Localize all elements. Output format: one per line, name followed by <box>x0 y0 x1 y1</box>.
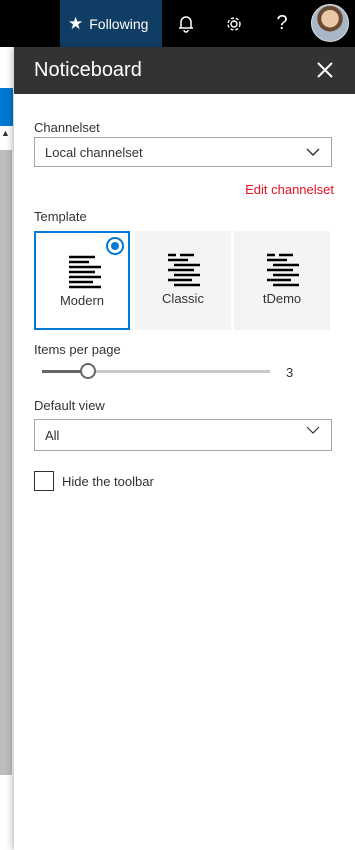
page-nav-highlight <box>0 88 13 126</box>
following-label: Following <box>89 15 149 32</box>
document-icon <box>267 253 299 287</box>
document-icon <box>69 255 101 289</box>
default-view-label: Default view <box>34 398 105 413</box>
pane-header: Noticeboard <box>14 47 355 94</box>
channelset-label: Channelset <box>34 120 100 135</box>
close-icon <box>317 62 333 78</box>
default-view-dropdown[interactable]: All <box>34 419 332 451</box>
property-pane: Noticeboard Channelset Local channelset … <box>14 47 355 850</box>
avatar[interactable] <box>311 4 349 42</box>
close-button[interactable] <box>310 55 340 85</box>
suite-bar: ★ Following ? <box>0 0 355 47</box>
hide-toolbar-label: Hide the toolbar <box>62 474 154 489</box>
help-icon[interactable]: ? <box>265 0 299 47</box>
page-scrollbar[interactable] <box>0 150 12 775</box>
channelset-value: Local channelset <box>45 145 143 160</box>
template-picker: Modern Classic tDemo <box>34 231 332 331</box>
slider-thumb[interactable] <box>79 363 96 379</box>
template-name: Classic <box>162 291 204 306</box>
channelset-dropdown[interactable]: Local channelset <box>34 137 332 167</box>
template-option-classic[interactable]: Classic <box>135 231 231 330</box>
template-option-modern[interactable]: Modern <box>34 231 130 330</box>
chevron-down-icon <box>306 148 320 156</box>
items-per-page-value: 3 <box>286 365 294 380</box>
selected-radio <box>106 237 124 255</box>
document-icon <box>168 253 200 287</box>
pane-title: Noticeboard <box>34 59 142 81</box>
following-button[interactable]: ★ Following <box>60 0 162 47</box>
template-name: tDemo <box>262 291 302 306</box>
hide-toolbar-checkbox[interactable] <box>34 471 54 491</box>
star-icon: ★ <box>68 14 84 33</box>
default-view-value: All <box>45 428 60 443</box>
gear-icon[interactable] <box>217 0 251 47</box>
scroll-up-icon[interactable]: ▲ <box>1 128 10 138</box>
template-option-tdemo[interactable]: tDemo <box>234 231 330 330</box>
items-per-page-label: Items per page <box>34 342 121 357</box>
template-label: Template <box>34 209 87 224</box>
items-per-page-slider[interactable] <box>42 370 270 373</box>
template-name: Modern <box>59 293 105 308</box>
bell-icon[interactable] <box>169 0 203 47</box>
edit-channelset-link[interactable]: Edit channelset <box>245 182 334 197</box>
chevron-down-icon <box>306 426 320 434</box>
